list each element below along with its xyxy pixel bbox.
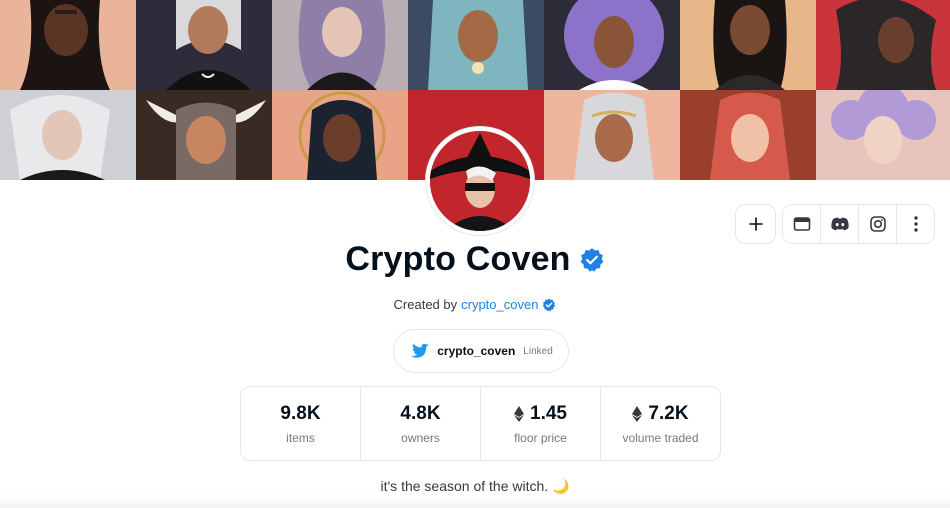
stat-volume-traded-label: volume traded — [622, 430, 699, 445]
banner-portrait — [680, 90, 819, 180]
twitter-link-pill[interactable]: crypto_coven Linked — [393, 329, 569, 373]
stat-owners[interactable]: 4.8K owners — [361, 387, 481, 460]
banner-portrait — [544, 0, 683, 90]
browser-window-icon — [793, 217, 810, 231]
banner-portrait — [272, 0, 411, 90]
verified-badge-icon — [543, 298, 556, 311]
stat-floor-price[interactable]: 1.45 floor price — [481, 387, 601, 460]
stat-floor-price-value-row: 1.45 — [514, 403, 567, 425]
creator-link[interactable]: crypto_coven — [461, 297, 538, 312]
banner-portrait — [680, 0, 819, 90]
twitter-handle: crypto_coven — [437, 344, 516, 358]
stat-owners-value-row: 4.8K — [400, 403, 440, 425]
more-button[interactable] — [897, 205, 934, 243]
stat-items[interactable]: 9.8K items — [241, 387, 361, 460]
created-by-label: Created by — [393, 297, 458, 312]
banner-portrait — [136, 90, 275, 180]
social-links-group — [782, 204, 935, 244]
bottom-fade — [0, 494, 950, 508]
stat-volume-traded-value: 7.2K — [648, 402, 689, 424]
stat-owners-label: owners — [401, 430, 440, 445]
banner-portrait — [272, 90, 411, 180]
verified-badge-icon — [580, 247, 604, 272]
stat-items-value: 9.8K — [280, 402, 321, 424]
ethereum-icon — [514, 405, 524, 422]
stat-floor-price-value: 1.45 — [530, 402, 567, 424]
banner-portrait — [0, 0, 139, 90]
banner-portrait — [816, 90, 950, 180]
instagram-icon — [869, 216, 886, 232]
banner-portrait — [0, 90, 139, 180]
stat-volume-value-row: 7.2K — [632, 402, 689, 425]
stat-owners-value: 4.8K — [400, 402, 441, 424]
stat-floor-price-label: floor price — [514, 430, 567, 445]
collection-title-row: Crypto Coven — [0, 240, 950, 279]
stat-items-value-row: 9.8K — [280, 403, 320, 425]
moon-emoji: 🌙 — [552, 478, 570, 494]
banner-portrait — [816, 0, 950, 90]
instagram-button[interactable] — [859, 205, 897, 243]
stat-items-label: items — [286, 430, 315, 445]
collection-avatar — [426, 127, 534, 235]
collection-stats: 9.8K items 4.8K owners 1.45 floor price … — [240, 386, 721, 461]
discord-icon — [830, 217, 849, 231]
twitter-icon — [411, 343, 429, 358]
collection-description-text: it's the season of the witch. — [380, 478, 549, 494]
collection-description: it's the season of the witch. 🌙 — [0, 478, 950, 495]
stat-volume-traded[interactable]: 7.2K volume traded — [601, 387, 720, 460]
creator-row: Created by crypto_coven — [0, 297, 950, 312]
banner-portrait — [136, 0, 275, 90]
discord-button[interactable] — [821, 205, 859, 243]
banner-portrait — [408, 0, 547, 90]
add-button[interactable] — [735, 204, 776, 244]
collection-title: Crypto Coven — [345, 240, 571, 278]
plus-icon — [748, 217, 763, 231]
twitter-linked-status: Linked — [523, 345, 553, 357]
more-vertical-icon — [913, 216, 918, 232]
ethereum-icon — [632, 405, 643, 422]
banner-portrait — [544, 90, 683, 180]
website-button[interactable] — [783, 205, 821, 243]
